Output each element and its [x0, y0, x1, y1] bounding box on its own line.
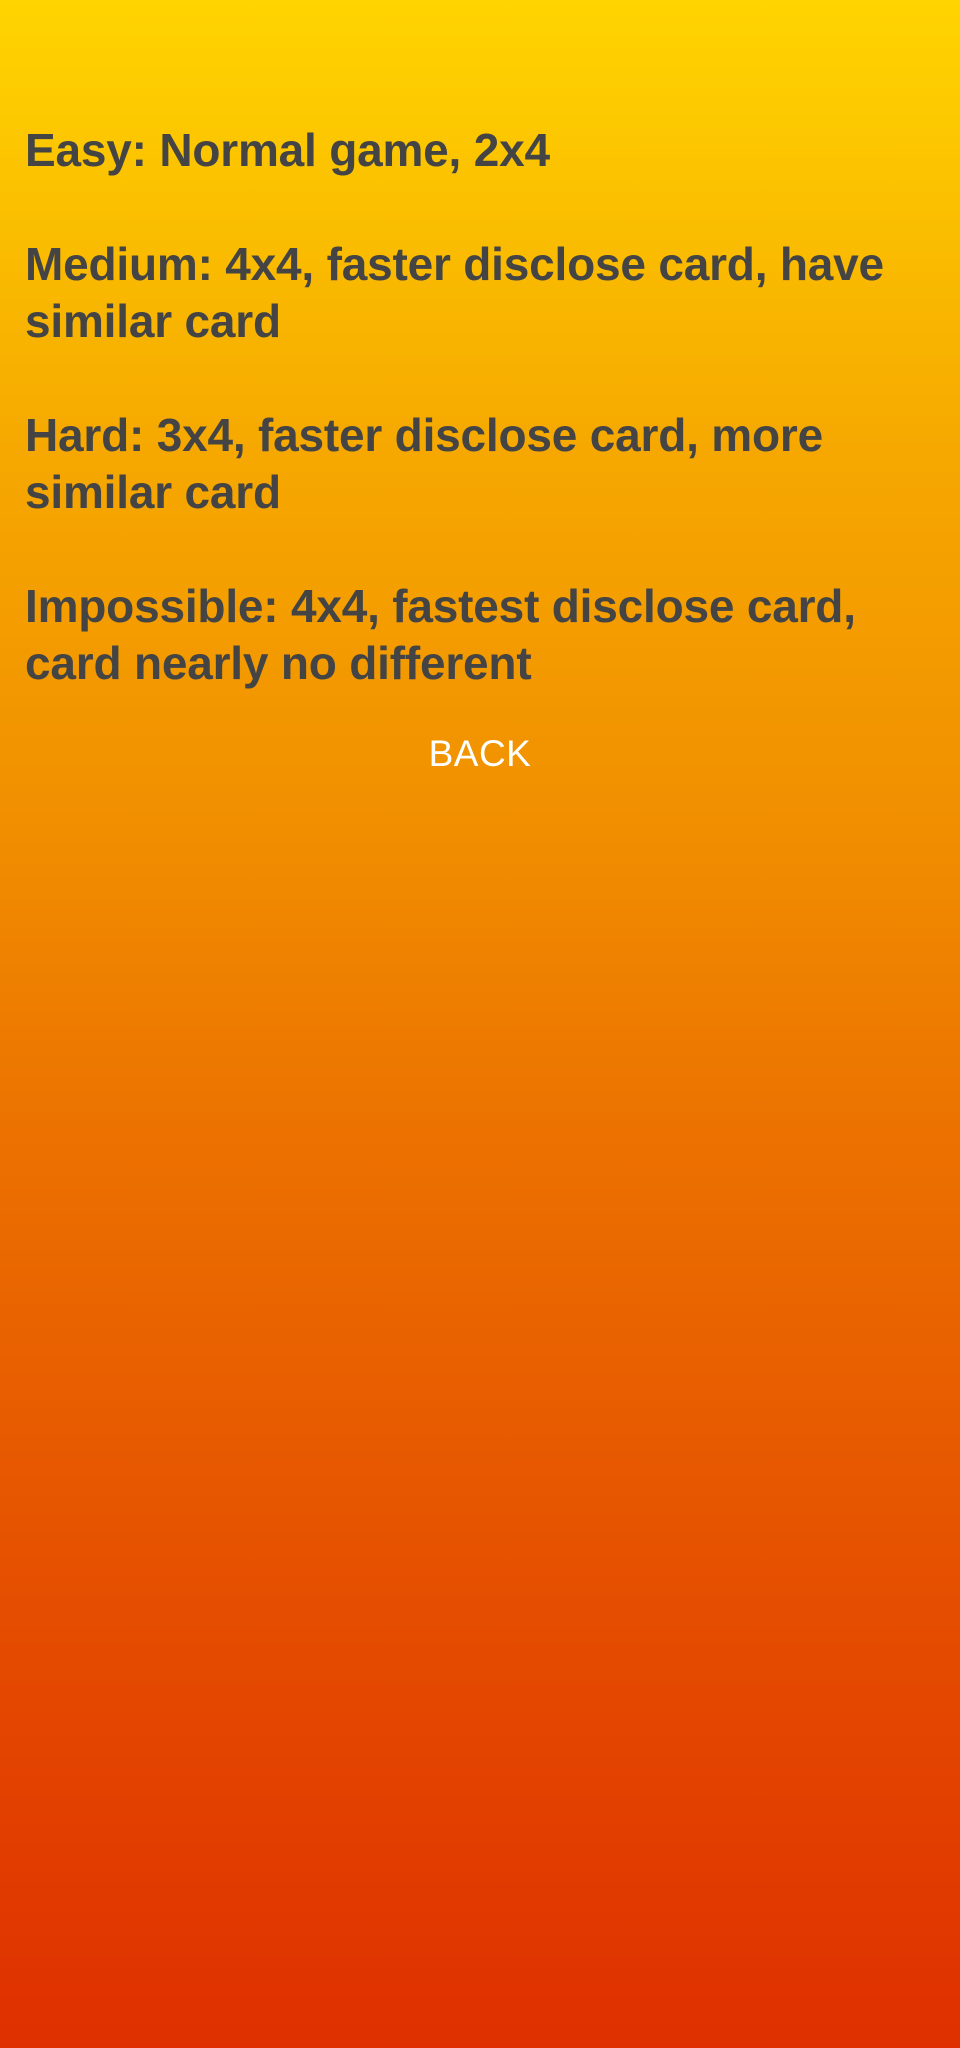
difficulty-impossible-description: Impossible: 4x4, fastest disclose card, … [25, 580, 856, 689]
difficulty-info-screen: Easy: Normal game, 2x4 Medium: 4x4, fast… [0, 0, 960, 2048]
back-button[interactable]: BACK [380, 722, 580, 786]
difficulty-easy-description: Easy: Normal game, 2x4 [25, 124, 550, 176]
difficulty-medium-description: Medium: 4x4, faster disclose card, have … [25, 238, 884, 347]
difficulty-hard-description: Hard: 3x4, faster disclose card, more si… [25, 409, 823, 518]
